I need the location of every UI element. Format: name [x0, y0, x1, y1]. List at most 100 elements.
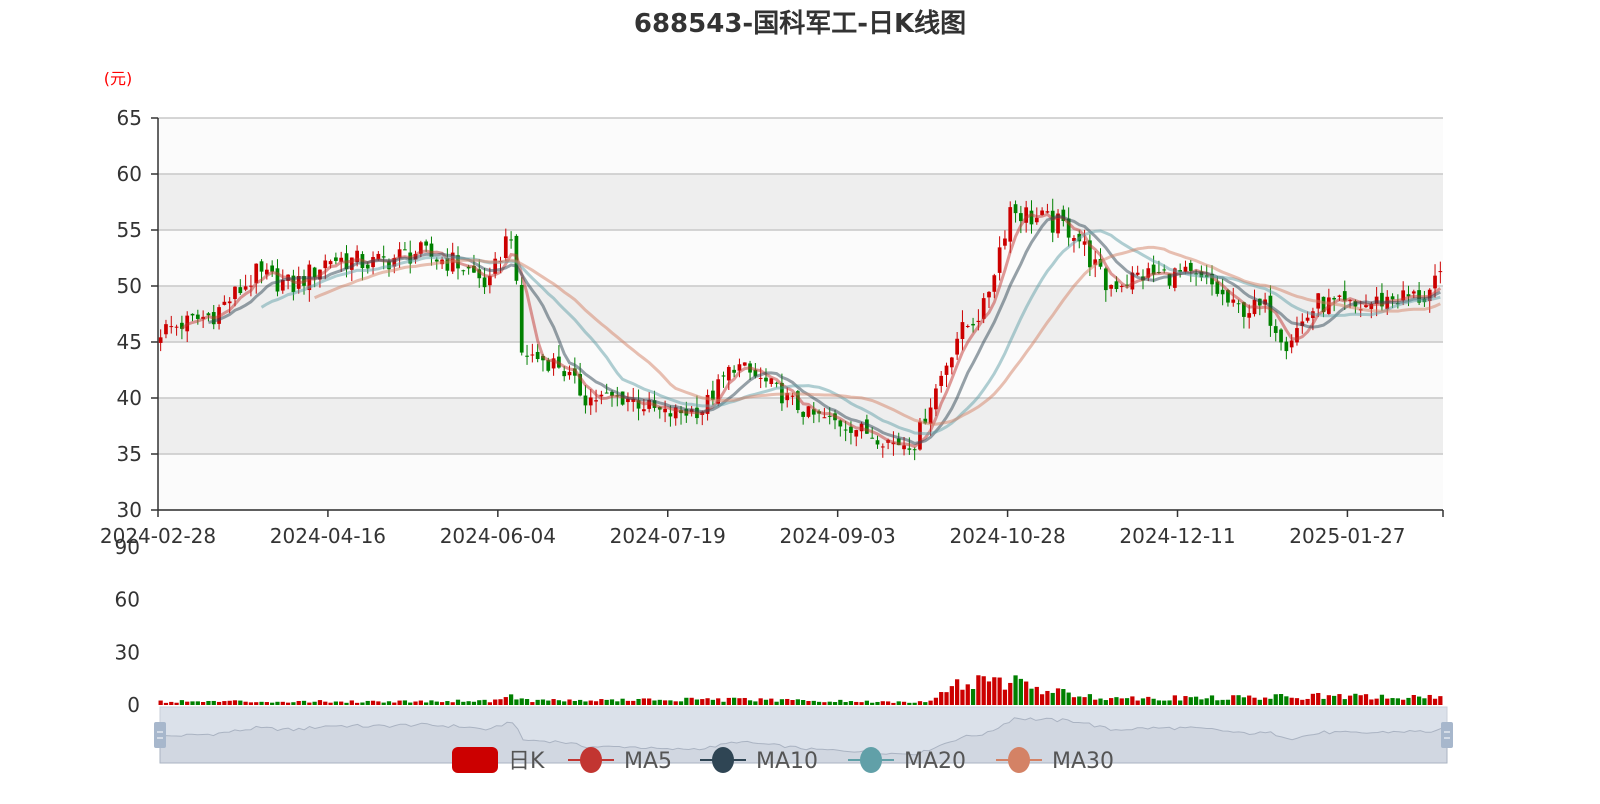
volume-bar — [514, 699, 519, 705]
volume-bar — [1204, 698, 1209, 705]
candle-body — [312, 267, 317, 278]
volume-bar — [466, 701, 471, 705]
volume-bar — [206, 700, 211, 705]
volume-bar — [1353, 693, 1358, 705]
volume-bar — [960, 689, 965, 705]
x-tick-label: 2024-04-16 — [270, 524, 386, 548]
legend-item-ma10[interactable]: MA10 — [700, 747, 818, 774]
volume-bar — [593, 701, 599, 705]
volume-bar — [535, 699, 540, 705]
candle-body — [912, 449, 917, 451]
candle-body — [944, 365, 949, 375]
candle-body — [806, 406, 811, 417]
volume-bar — [689, 697, 694, 705]
y-tick-label: 40 — [117, 386, 142, 410]
candle-body — [243, 286, 248, 290]
volume-bar — [880, 701, 885, 705]
volume-bar — [540, 699, 546, 705]
candle-body — [949, 357, 954, 368]
volume-bar — [1358, 695, 1363, 705]
volume-bar — [939, 692, 944, 705]
volume-bar — [992, 677, 997, 705]
candle-body — [764, 377, 768, 382]
candle-body — [1019, 213, 1023, 222]
volume-bar — [408, 702, 413, 705]
candle-body — [233, 286, 237, 300]
volume-bar — [349, 700, 354, 705]
volume-bar — [1124, 698, 1130, 705]
volume-bar — [912, 702, 917, 705]
candle-body — [1188, 262, 1193, 271]
candle-body — [434, 259, 439, 262]
candle-body — [588, 397, 593, 406]
candle-body — [955, 338, 960, 355]
volume-bar — [1305, 698, 1310, 705]
candle-body — [1438, 271, 1443, 273]
candle-body — [843, 429, 848, 431]
y-tick-label: 35 — [117, 442, 142, 466]
candle-body — [1236, 303, 1241, 305]
volume-bar — [174, 702, 179, 705]
volume-bar — [769, 698, 774, 705]
volume-bar — [270, 702, 275, 705]
candle-body — [1082, 241, 1087, 245]
legend-dot-icon — [1008, 747, 1030, 773]
volume-bar — [381, 702, 386, 705]
candle-body — [164, 324, 168, 335]
volume-bar — [323, 701, 328, 705]
legend-label: MA10 — [756, 749, 818, 774]
candle-body — [519, 284, 524, 353]
volume-bar — [1300, 699, 1305, 705]
volume-bar — [721, 701, 726, 705]
volume-bar — [615, 701, 620, 705]
volume-bar — [1146, 696, 1151, 705]
volume-bar — [312, 701, 317, 705]
volume-bar — [1268, 698, 1273, 705]
grid-band — [158, 454, 1443, 510]
legend-item-ma30[interactable]: MA30 — [996, 747, 1114, 774]
candle-body — [965, 326, 970, 328]
volume-bar — [976, 675, 981, 705]
candle-body — [902, 445, 906, 450]
candle-body — [195, 314, 200, 319]
volume-bar — [1236, 695, 1241, 705]
volume-bar — [599, 699, 604, 705]
volume-bar — [487, 702, 492, 705]
volume-bar — [1374, 698, 1379, 705]
volume-bar — [429, 700, 434, 705]
volume-bar — [280, 701, 285, 705]
candle-body — [1003, 238, 1007, 246]
candle-body — [1103, 268, 1108, 291]
candle-body — [939, 375, 944, 386]
volume-bar — [949, 686, 954, 705]
volume-bar — [732, 697, 737, 705]
candle-body — [227, 301, 232, 304]
volume-bar — [562, 701, 567, 705]
legend-item-ma20[interactable]: MA20 — [848, 747, 966, 774]
x-tick-label: 2024-06-04 — [440, 524, 556, 548]
volume-bar — [1098, 698, 1103, 705]
candle-body — [222, 301, 227, 305]
slider-handle-right[interactable] — [1441, 722, 1453, 748]
candle-body — [238, 287, 243, 294]
volume-bar — [1087, 694, 1093, 705]
candle-body — [875, 440, 880, 445]
volume-bar — [450, 702, 455, 705]
grid-band — [158, 118, 1443, 174]
volume-bar — [838, 699, 843, 705]
slider-handle-left[interactable] — [154, 722, 166, 748]
volume-bar — [843, 702, 848, 705]
volume-y-axis: 0 30 60 90 — [115, 535, 140, 717]
volume-bar — [933, 697, 939, 705]
candle-body — [270, 265, 275, 272]
volume-bar — [1130, 696, 1135, 705]
volume-bar — [1342, 699, 1347, 705]
volume-bar — [774, 701, 779, 705]
candle-body — [1162, 269, 1167, 271]
candle-body — [1109, 284, 1113, 289]
volume-bar — [1024, 681, 1029, 705]
volume-bar — [1209, 695, 1215, 705]
candle-body — [259, 261, 264, 272]
candle-body — [1337, 295, 1342, 297]
candle — [806, 406, 811, 419]
